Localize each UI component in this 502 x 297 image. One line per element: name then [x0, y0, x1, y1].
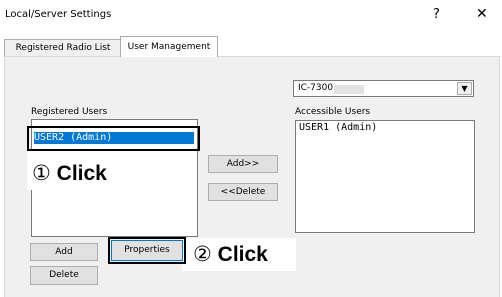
radio-select-value: IC-7300 — [298, 83, 334, 93]
remove-from-accessible-button[interactable]: <<Delete — [208, 183, 278, 201]
accessible-users-label: Accessible Users — [295, 107, 371, 117]
accessible-user-item[interactable]: USER1 (Admin) — [299, 122, 377, 134]
tab-registered-radio-list[interactable]: Registered Radio List — [4, 39, 122, 56]
window-title: Local/Server Settings — [5, 9, 112, 20]
redacted-serial — [334, 85, 364, 94]
highlight-box-registered-user — [27, 126, 200, 151]
properties-button[interactable]: Properties — [111, 240, 183, 261]
callout-step-1: ① Click — [32, 161, 107, 186]
registered-users-label: Registered Users — [31, 107, 108, 117]
close-icon[interactable]: ✕ — [476, 6, 488, 22]
chevron-down-icon[interactable]: ▼ — [457, 82, 472, 95]
radio-select[interactable]: IC-7300 ▼ — [293, 80, 474, 97]
callout-step-2-number: ② — [193, 243, 212, 266]
title-bar: Local/Server Settings ? ✕ — [0, 0, 502, 30]
callout-step-2-text: Click — [217, 243, 268, 266]
callout-step-1-text: Click — [56, 162, 107, 185]
add-user-button[interactable]: Add — [30, 243, 98, 261]
help-button[interactable]: ? — [433, 7, 440, 22]
add-to-accessible-button[interactable]: Add>> — [208, 155, 278, 173]
delete-user-button[interactable]: Delete — [30, 266, 98, 285]
accessible-users-list[interactable] — [295, 120, 475, 233]
callout-step-2: ② Click — [193, 242, 268, 267]
callout-step-1-number: ① — [32, 162, 51, 185]
tab-user-management[interactable]: User Management — [120, 36, 218, 57]
